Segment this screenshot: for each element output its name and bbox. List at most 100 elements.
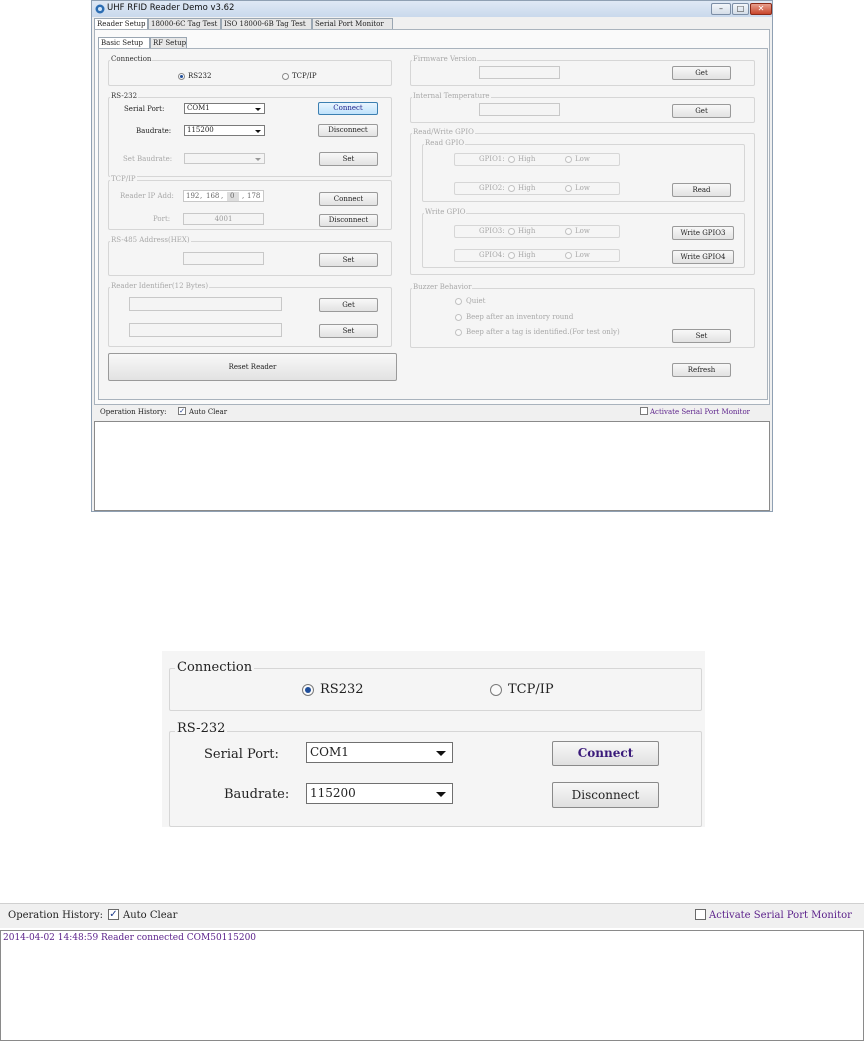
zoom-tcpip-radio[interactable] [490, 684, 502, 696]
history-log-area[interactable] [94, 421, 770, 511]
rs485-set-button[interactable]: Set [319, 253, 378, 267]
gpio1-low-radio[interactable] [565, 156, 572, 163]
maximize-button[interactable]: □ [732, 3, 749, 15]
serial-port-label: Serial Port: [124, 105, 165, 113]
rs485-address-input[interactable] [183, 252, 264, 265]
window-title: UHF RFID Reader Demo v3.62 [107, 3, 235, 13]
zoom-baudrate-label: Baudrate: [224, 787, 290, 802]
gpio4-low-radio[interactable] [565, 252, 572, 259]
identifier-set-input[interactable] [129, 323, 282, 337]
write-gpio3-button[interactable]: Write GPIO3 [672, 226, 734, 240]
buzzer-inventory-radio[interactable] [455, 314, 462, 321]
identifier-get-input[interactable] [129, 297, 282, 311]
firmware-title: Firmware Version [412, 55, 478, 63]
gpio1-high-radio[interactable] [508, 156, 515, 163]
read-gpio-button[interactable]: Read [672, 183, 731, 197]
gpio2-high-radio[interactable] [508, 185, 515, 192]
zoom-disconnect-button[interactable]: Disconnect [552, 782, 659, 808]
zoom-serial-port-value: COM1 [310, 745, 349, 759]
port-label: Port: [153, 215, 171, 223]
identifier-set-button[interactable]: Set [319, 324, 378, 338]
gpio2-high-label: High [518, 184, 536, 192]
buzzer-quiet-radio[interactable] [455, 298, 462, 305]
rs232-radio[interactable] [178, 73, 185, 80]
zoom-connect-button[interactable]: Connect [552, 741, 659, 766]
gpio2-low-radio[interactable] [565, 185, 572, 192]
zoom-activate-monitor-checkbox[interactable] [695, 909, 706, 920]
chevron-down-icon [255, 157, 261, 161]
gpio3-low-radio[interactable] [565, 228, 572, 235]
set-baudrate-select[interactable] [184, 153, 265, 164]
tab-serial-port-monitor[interactable]: Serial Port Monitor [312, 18, 393, 29]
serial-port-select[interactable]: COM1 [184, 103, 265, 114]
reset-reader-button[interactable]: Reset Reader [108, 353, 397, 381]
refresh-button[interactable]: Refresh [672, 363, 731, 377]
write-gpio4-button[interactable]: Write GPIO4 [672, 250, 734, 264]
baudrate-label: Baudrate: [136, 127, 172, 135]
zoom-tcpip-label: TCP/IP [508, 682, 554, 697]
gpio3-label: GPIO3: [479, 227, 505, 235]
auto-clear-checkbox[interactable]: ✓ [178, 407, 186, 415]
zoom-connection-title: Connection [175, 660, 255, 675]
zoom-baudrate-value: 115200 [310, 786, 356, 800]
buzzer-inventory-label: Beep after an inventory round [466, 313, 574, 321]
temperature-title: Internal Temperature [412, 92, 491, 100]
buzzer-quiet-label: Quiet [466, 297, 486, 305]
gpio4-high-radio[interactable] [508, 252, 515, 259]
gpio3-high-radio[interactable] [508, 228, 515, 235]
zoom-rs232-label: RS232 [320, 682, 364, 697]
rs232-title: RS-232 [110, 92, 139, 100]
serial-port-value: COM1 [187, 104, 210, 112]
zoom-activate-monitor-label: Activate Serial Port Monitor [709, 910, 852, 921]
zoom-serial-port-select[interactable]: COM1 [306, 742, 453, 763]
zoom-serial-port-label: Serial Port: [204, 747, 279, 762]
temperature-field [479, 103, 560, 116]
activate-monitor-label: Activate Serial Port Monitor [650, 408, 751, 416]
zoom-auto-clear-label: Auto Clear [123, 910, 178, 921]
baudrate-select[interactable]: 115200 [184, 125, 265, 136]
gpio1-low-label: Low [575, 155, 590, 163]
zoom-baudrate-select[interactable]: 115200 [306, 783, 453, 804]
tab-iso-18000-6b-tag-test[interactable]: ISO 18000-6B Tag Test [221, 18, 312, 29]
tab-rf-setup[interactable]: RF Setup [150, 37, 187, 48]
reader-ip-label: Reader IP Add: [120, 192, 174, 200]
firmware-get-button[interactable]: Get [672, 66, 731, 80]
reader-ip-input[interactable]: 192 , 168 , 0 , 178 [183, 190, 264, 202]
buzzer-tag-radio[interactable] [455, 329, 462, 336]
tcpip-disconnect-button[interactable]: Disconnect [319, 214, 378, 227]
tcpip-connect-button[interactable]: Connect [319, 192, 378, 206]
gpio2-low-label: Low [575, 184, 590, 192]
zoom-history-log-area[interactable]: 2014-04-02 14:48:59 Reader connected COM… [0, 930, 864, 1041]
auto-clear-label: Auto Clear [189, 408, 228, 416]
gpio4-high-label: High [518, 251, 536, 259]
rs232-connect-button[interactable]: Connect [318, 102, 378, 115]
port-input[interactable]: 4001 [183, 213, 264, 225]
baudrate-value: 115200 [187, 126, 214, 134]
buzzer-tag-label: Beep after a tag is identified.(For test… [466, 328, 620, 336]
minimize-button[interactable]: – [711, 3, 731, 15]
gpio-title: Read/Write GPIO [412, 128, 475, 136]
write-gpio-title: Write GPIO [424, 208, 467, 216]
tab-18000-6c-tag-test[interactable]: 18000-6C Tag Test [148, 18, 221, 29]
gpio1-label: GPIO1: [479, 155, 505, 163]
identifier-get-button[interactable]: Get [319, 298, 378, 312]
identifier-title: Reader Identifier(12 Bytes) [110, 282, 210, 290]
tcpip-radio[interactable] [282, 73, 289, 80]
ip-octet-4: 178 [247, 192, 261, 200]
rs485-title: RS-485 Address(HEX) [110, 236, 191, 244]
connection-group [108, 60, 392, 86]
zoom-rs232-radio[interactable] [302, 684, 314, 696]
buzzer-set-button[interactable]: Set [672, 329, 731, 343]
log-line: 2014-04-02 14:48:59 Reader connected COM… [3, 933, 257, 943]
tcpip-label: TCP/IP [292, 72, 317, 80]
zoom-auto-clear-checkbox[interactable]: ✓ [108, 909, 119, 920]
set-baudrate-button[interactable]: Set [319, 152, 378, 166]
activate-monitor-checkbox[interactable] [640, 407, 648, 415]
rs232-disconnect-button[interactable]: Disconnect [318, 124, 378, 137]
ip-octet-3: 0 [230, 192, 235, 200]
gpio1-high-label: High [518, 155, 536, 163]
temperature-get-button[interactable]: Get [672, 104, 731, 118]
close-button[interactable]: ✕ [750, 3, 772, 15]
chevron-down-icon [255, 129, 261, 133]
read-gpio-title: Read GPIO [424, 139, 466, 147]
